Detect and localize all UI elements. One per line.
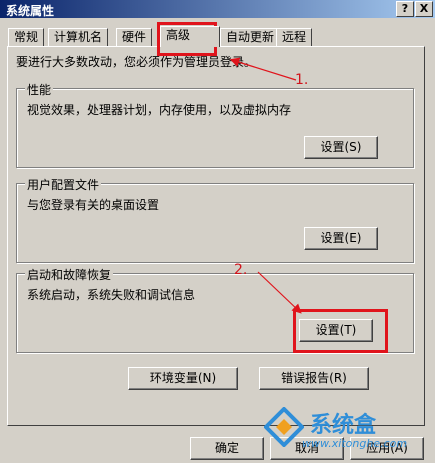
watermark-url: www.xitonghe.com bbox=[302, 437, 408, 450]
watermark-text: 系统盒 bbox=[310, 413, 377, 438]
arrow-to-startup-settings bbox=[257, 271, 302, 314]
arrow-to-advanced-tab bbox=[229, 57, 297, 81]
watermark: 系统盒 www.xitonghe.com bbox=[262, 405, 432, 455]
annotation-arrows bbox=[229, 57, 302, 314]
watermark-logo-icon bbox=[264, 407, 304, 447]
tab-advanced[interactable]: 高级 bbox=[160, 26, 220, 47]
